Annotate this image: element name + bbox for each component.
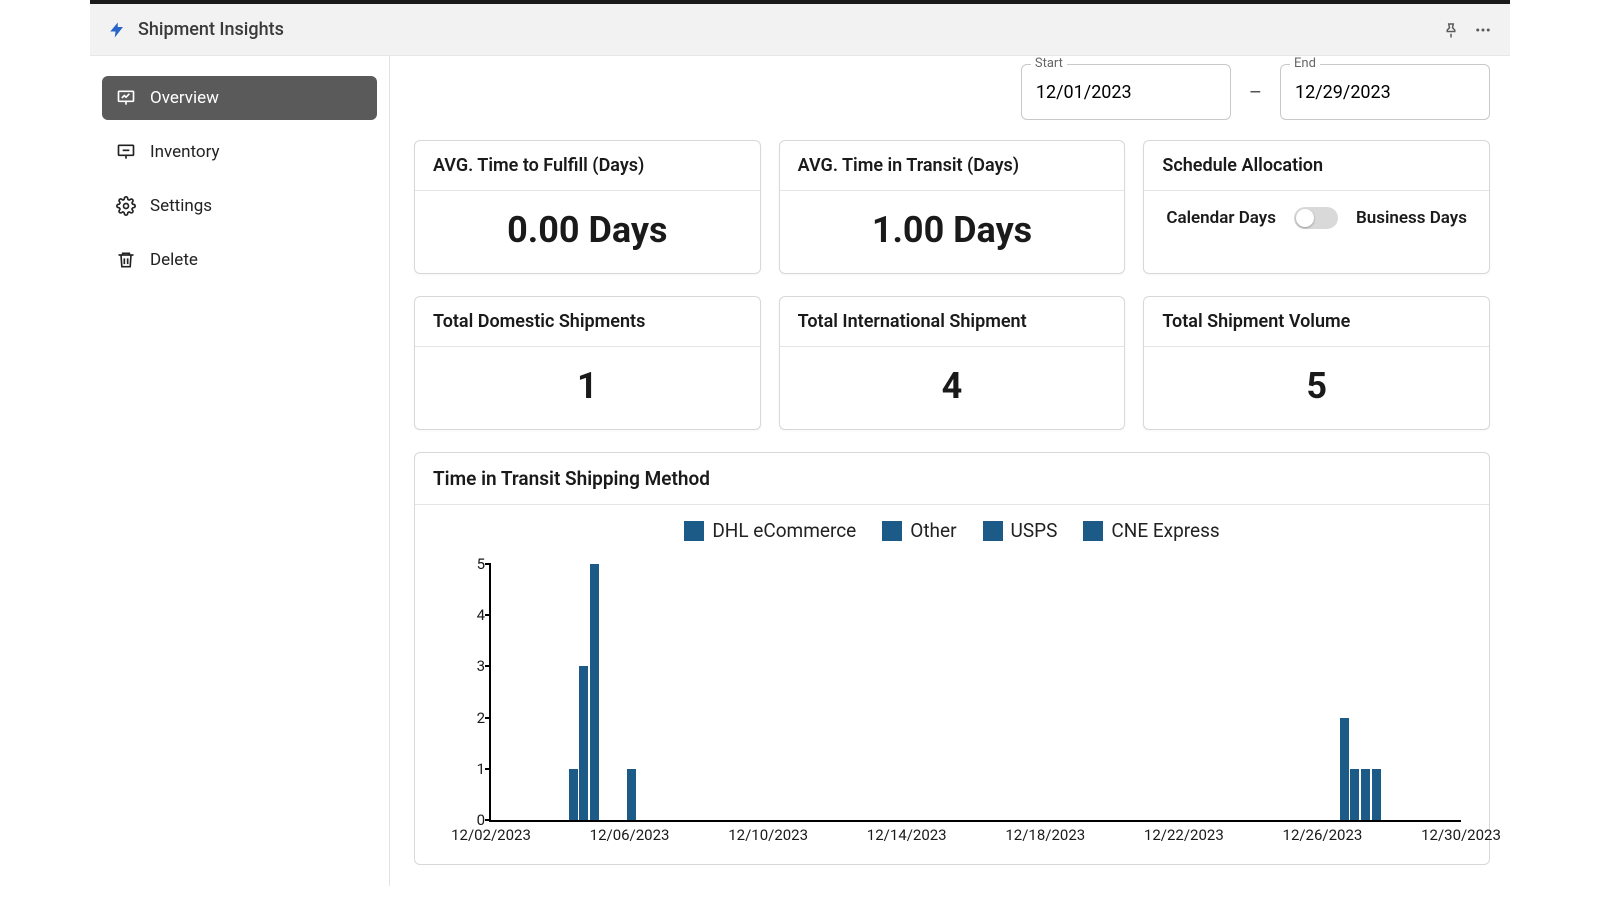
x-axis-label: 12/02/2023 (451, 826, 531, 844)
legend-item[interactable]: Other (882, 519, 956, 542)
y-axis-label: 1 (477, 760, 485, 778)
x-axis-label: 12/06/2023 (590, 826, 670, 844)
card-title: Total Shipment Volume (1144, 297, 1489, 347)
card-value: 1.00 Days (780, 191, 1125, 273)
sidebar-item-settings[interactable]: Settings (102, 184, 377, 228)
card-schedule-allocation: Schedule Allocation Calendar Days Busine… (1143, 140, 1490, 274)
legend-item[interactable]: DHL eCommerce (684, 519, 856, 542)
chart-canvas: 01234512/02/202312/06/202312/10/202312/1… (443, 554, 1461, 854)
chart-bar[interactable] (1361, 769, 1370, 820)
legend-swatch (1083, 521, 1103, 541)
card-international-shipments: Total International Shipment 4 (779, 296, 1126, 430)
y-axis-label: 3 (477, 657, 485, 675)
sidebar-item-label: Delete (150, 250, 198, 270)
chart-bar[interactable] (1372, 769, 1381, 820)
chart-legend: DHL eCommerce Other USPS CNE Express (433, 519, 1471, 542)
inventory-icon (116, 142, 136, 162)
date-field-end: End (1280, 64, 1490, 120)
toggle-label-left: Calendar Days (1166, 207, 1276, 229)
legend-item[interactable]: USPS (983, 519, 1058, 542)
legend-swatch (983, 521, 1003, 541)
toggle-label-right: Business Days (1356, 207, 1467, 229)
schedule-toggle[interactable] (1294, 207, 1338, 229)
x-axis-label: 12/30/2023 (1421, 826, 1501, 844)
header-bar: Shipment Insights (90, 0, 1510, 56)
date-end-label: End (1290, 56, 1320, 71)
legend-label: DHL eCommerce (712, 519, 856, 542)
bolt-icon (108, 21, 126, 39)
card-avg-fulfill: AVG. Time to Fulfill (Days) 0.00 Days (414, 140, 761, 274)
x-axis-label: 12/18/2023 (1005, 826, 1085, 844)
sidebar: Overview Inventory Settings Delete (90, 56, 390, 886)
chart-bar[interactable] (1340, 718, 1349, 820)
y-axis-label: 5 (477, 555, 485, 573)
y-axis-label: 2 (477, 709, 485, 727)
main-content: Start – End AVG. Time to Fulfill (Days) … (390, 56, 1510, 886)
sidebar-item-inventory[interactable]: Inventory (102, 130, 377, 174)
card-avg-transit: AVG. Time in Transit (Days) 1.00 Days (779, 140, 1126, 274)
pin-icon[interactable] (1442, 21, 1460, 39)
chart-bar[interactable] (590, 564, 599, 820)
chart-bar[interactable] (579, 666, 588, 820)
legend-label: CNE Express (1111, 519, 1219, 542)
page-title: Shipment Insights (138, 19, 284, 40)
legend-swatch (882, 521, 902, 541)
card-title: AVG. Time in Transit (Days) (780, 141, 1125, 191)
chart-presentation-icon (116, 88, 136, 108)
more-icon[interactable] (1474, 21, 1492, 39)
start-date-input[interactable] (1021, 64, 1231, 120)
x-axis-label: 12/10/2023 (728, 826, 808, 844)
card-value: 0.00 Days (415, 191, 760, 273)
card-title: AVG. Time to Fulfill (Days) (415, 141, 760, 191)
x-axis-label: 12/22/2023 (1144, 826, 1224, 844)
legend-item[interactable]: CNE Express (1083, 519, 1219, 542)
chart-title: Time in Transit Shipping Method (415, 453, 1489, 505)
gear-icon (116, 196, 136, 216)
card-value: 4 (780, 347, 1125, 429)
date-range-separator: – (1249, 80, 1262, 104)
sidebar-item-label: Settings (150, 196, 212, 216)
date-field-start: Start (1021, 64, 1231, 120)
x-axis-label: 12/14/2023 (867, 826, 947, 844)
legend-label: Other (910, 519, 956, 542)
date-start-label: Start (1031, 56, 1067, 71)
card-title: Total International Shipment (780, 297, 1125, 347)
chart-bar[interactable] (569, 769, 578, 820)
chart-bar[interactable] (627, 769, 636, 820)
sidebar-item-label: Overview (150, 88, 219, 108)
trash-icon (116, 250, 136, 270)
card-title: Schedule Allocation (1144, 141, 1489, 191)
card-shipment-volume: Total Shipment Volume 5 (1143, 296, 1490, 430)
legend-swatch (684, 521, 704, 541)
card-value: 5 (1144, 347, 1489, 429)
y-axis-label: 4 (477, 606, 485, 624)
end-date-input[interactable] (1280, 64, 1490, 120)
card-title: Total Domestic Shipments (415, 297, 760, 347)
sidebar-item-label: Inventory (150, 142, 220, 162)
chart-bar[interactable] (1350, 769, 1359, 820)
x-axis-label: 12/26/2023 (1283, 826, 1363, 844)
chart-time-in-transit: Time in Transit Shipping Method DHL eCom… (414, 452, 1490, 865)
sidebar-item-delete[interactable]: Delete (102, 238, 377, 282)
card-value: 1 (415, 347, 760, 429)
card-domestic-shipments: Total Domestic Shipments 1 (414, 296, 761, 430)
legend-label: USPS (1011, 519, 1058, 542)
sidebar-item-overview[interactable]: Overview (102, 76, 377, 120)
